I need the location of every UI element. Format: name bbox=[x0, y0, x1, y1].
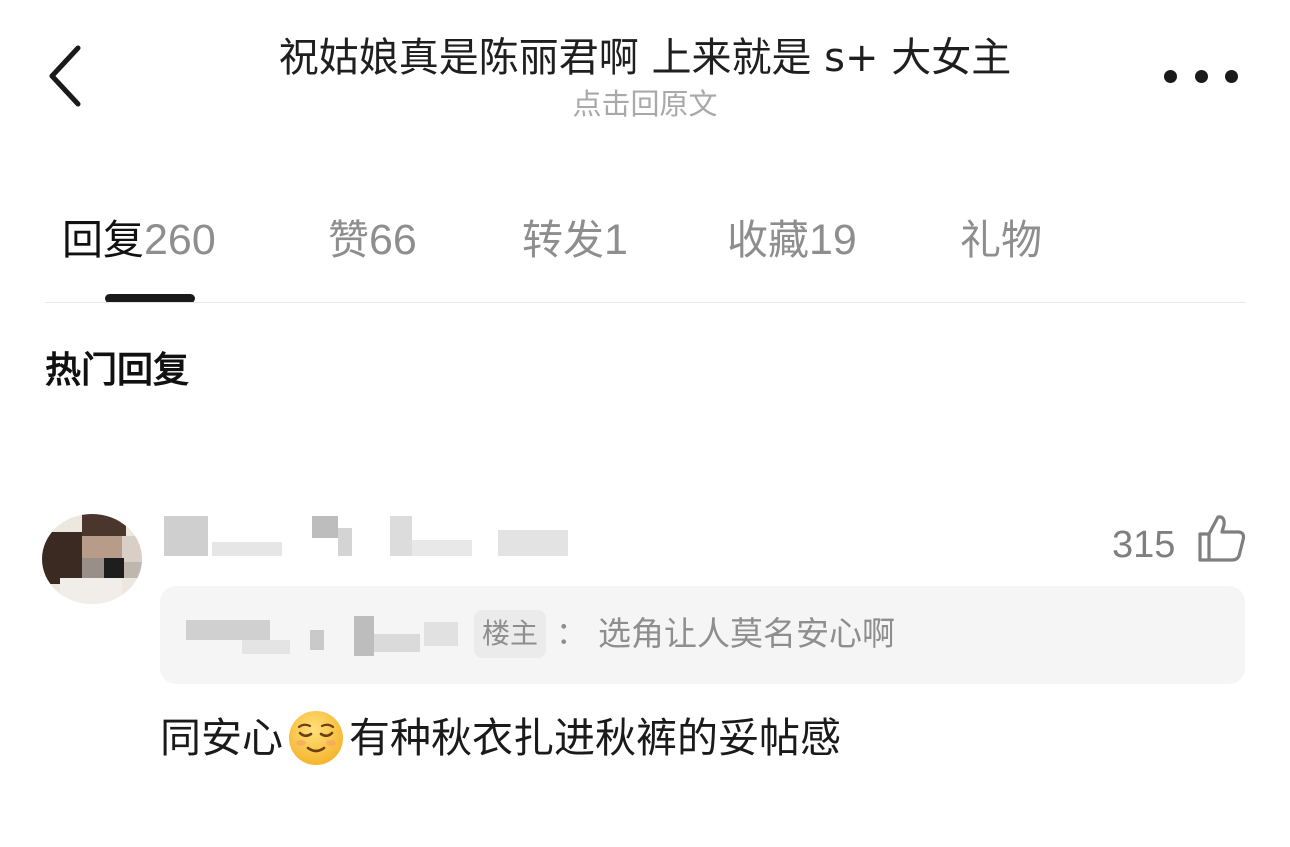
redacted-name-block bbox=[242, 640, 290, 654]
thumbs-up-icon bbox=[1198, 515, 1246, 562]
redacted-name-block bbox=[424, 622, 458, 646]
user-name[interactable] bbox=[162, 512, 582, 560]
view-original-link[interactable]: 点击回原文 bbox=[0, 84, 1290, 124]
redacted-name-block bbox=[374, 634, 420, 652]
comment-text-part: 有种秋衣扎进秋裤的妥帖感 bbox=[349, 714, 841, 762]
redacted-name-block bbox=[412, 540, 472, 556]
tab-label: 礼物 bbox=[960, 216, 1042, 264]
redacted-name-block bbox=[186, 620, 270, 640]
redacted-name-block bbox=[354, 616, 374, 656]
tab-count: 260 bbox=[144, 216, 216, 264]
tab-label: 回复 bbox=[62, 216, 144, 264]
tab-likes[interactable]: 赞66 bbox=[328, 210, 417, 270]
like-button[interactable] bbox=[1196, 512, 1248, 564]
op-badge: 楼主 bbox=[474, 610, 547, 658]
tab-label: 转发 bbox=[522, 216, 604, 264]
redacted-name-block bbox=[498, 530, 568, 556]
tab-divider bbox=[45, 302, 1245, 303]
redacted-name-block bbox=[312, 516, 338, 538]
tab-label: 收藏 bbox=[727, 216, 809, 264]
section-title-hot-replies: 热门回复 bbox=[45, 350, 190, 391]
comment-text-part: 同安心 bbox=[160, 714, 283, 762]
redacted-name-block bbox=[310, 630, 324, 650]
quoted-text: 选角让人莫名安心啊 bbox=[598, 614, 895, 653]
redacted-name-block bbox=[164, 516, 208, 556]
quote-colon: ： bbox=[556, 616, 587, 652]
more-dot bbox=[1194, 69, 1208, 83]
tab-count: 19 bbox=[809, 216, 857, 264]
more-dot bbox=[1164, 69, 1177, 83]
redacted-name-block bbox=[212, 542, 282, 556]
more-dot bbox=[1225, 69, 1238, 83]
tab-reposts[interactable]: 转发1 bbox=[522, 210, 628, 270]
tab-favorites[interactable]: 收藏19 bbox=[727, 210, 857, 270]
avatar[interactable] bbox=[42, 514, 142, 604]
tab-replies[interactable]: 回复260 bbox=[62, 210, 216, 270]
tab-gifts[interactable]: 礼物 bbox=[960, 210, 1042, 270]
comment-body: 同安心 有种秋衣扎进秋裤的妥帖感 bbox=[160, 708, 841, 768]
tab-count: 1 bbox=[604, 216, 628, 264]
more-options-button[interactable] bbox=[1164, 58, 1238, 94]
tab-label: 赞 bbox=[328, 216, 369, 264]
quoted-reply[interactable]: 楼主 ： 选角让人莫名安心啊 bbox=[160, 586, 1245, 684]
relieved-face-icon bbox=[289, 711, 343, 765]
quoted-user-name bbox=[182, 612, 472, 660]
post-title[interactable]: 祝姑娘真是陈丽君啊 上来就是 s+ 大女主 bbox=[0, 30, 1290, 86]
redacted-name-block bbox=[390, 516, 412, 556]
redacted-name-block bbox=[338, 528, 352, 556]
tab-count: 66 bbox=[369, 216, 417, 264]
like-count: 315 bbox=[1112, 524, 1176, 566]
